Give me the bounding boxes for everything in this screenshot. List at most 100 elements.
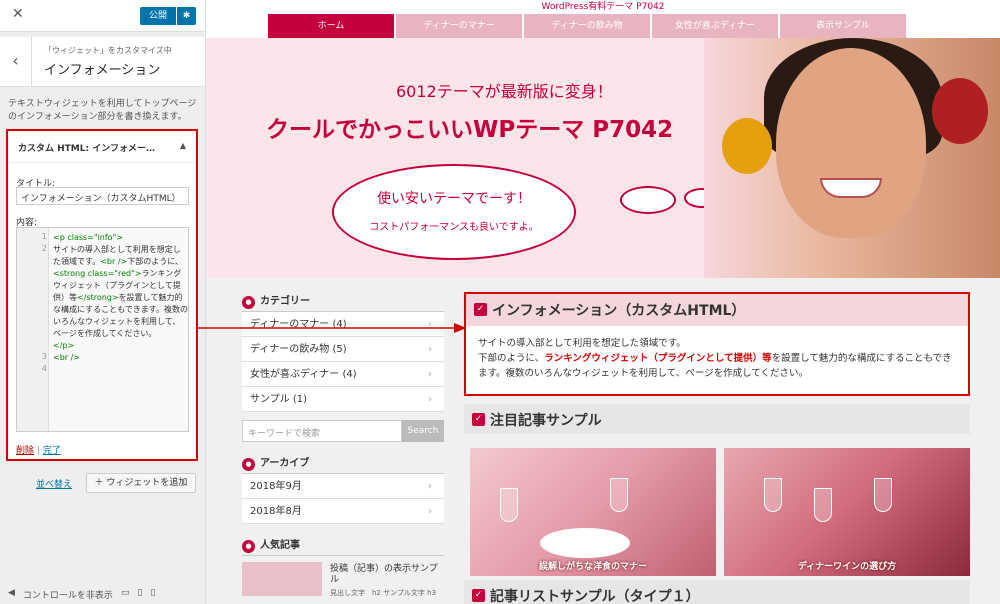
publish-button[interactable]: 公開 bbox=[140, 7, 176, 25]
widget-title-bar[interactable]: カスタム HTML: インフォメー… ▲ bbox=[8, 131, 196, 163]
reorder-link[interactable]: 並べ替え bbox=[36, 477, 72, 490]
glass-shape bbox=[814, 488, 832, 522]
close-icon[interactable]: ✕ bbox=[12, 6, 24, 22]
glass-shape bbox=[610, 478, 628, 512]
code-tag: <br /> bbox=[53, 353, 81, 362]
featured-thumbnail[interactable]: 誤解しがちな洋食のマナー bbox=[470, 448, 716, 576]
category-heading-text: カテゴリー bbox=[260, 296, 310, 307]
pin-icon: ● bbox=[242, 296, 255, 309]
line-number: 4 bbox=[41, 364, 47, 373]
info-title: インフォメーション（カスタムHTML） bbox=[492, 303, 746, 319]
archive-item[interactable]: 2018年8月 › bbox=[242, 499, 444, 524]
category-item[interactable]: 女性が喜ぶディナー (4) › bbox=[242, 362, 444, 387]
chevron-right-icon: › bbox=[428, 344, 432, 355]
archive-heading-text: アーカイブ bbox=[260, 458, 310, 469]
glass-shape bbox=[500, 488, 518, 522]
bubble-line-2: コストパフォーマンスも良いですよ。 bbox=[369, 222, 539, 233]
pin-icon: ● bbox=[242, 540, 255, 553]
category-item-label: 女性が喜ぶディナー (4) bbox=[250, 369, 357, 380]
separator: | bbox=[36, 446, 40, 456]
add-widget-button[interactable]: ＋ ウィジェットを追加 bbox=[86, 473, 196, 493]
customizer-footer: ◀ コントロールを非表示 ▭ ▯ ▯ bbox=[0, 584, 206, 604]
code-tag: <br /> bbox=[100, 257, 128, 266]
pin-icon: ● bbox=[242, 458, 255, 471]
breadcrumb: 「ウィジェット」をカスタマイズ中 bbox=[44, 46, 172, 55]
plus-icon: ＋ bbox=[94, 478, 107, 488]
widget-title: カスタム HTML: インフォメー… bbox=[18, 144, 155, 154]
panel-header: ‹ 「ウィジェット」をカスタマイズ中 インフォメーション bbox=[0, 37, 205, 87]
info-body: サイトの導入部として利用を想定した領域です。 下部のように、ランキングウィジェッ… bbox=[466, 326, 968, 391]
chevron-right-icon: › bbox=[428, 506, 432, 517]
code-editor[interactable]: 1 2 3 4 <p class="info"> サイトの導入部として利用を想定… bbox=[16, 227, 189, 432]
caret-up-icon[interactable]: ▲ bbox=[180, 141, 186, 150]
glass-shape bbox=[764, 478, 782, 512]
code-tag: </strong> bbox=[77, 293, 119, 302]
hide-controls-button[interactable]: コントロールを非表示 bbox=[23, 588, 113, 601]
category-item[interactable]: サンプル (1) › bbox=[242, 387, 444, 412]
bubble-line-1: 使い安いテーマでーす！ bbox=[377, 191, 531, 207]
code-text-segment: 下部のように、 bbox=[127, 257, 183, 266]
nav-item-home[interactable]: ホーム bbox=[268, 14, 394, 38]
collapse-icon[interactable]: ◀ bbox=[8, 588, 15, 600]
thumbnail-caption: ディナーワインの選び方 bbox=[797, 562, 897, 572]
add-widget-label: ウィジェットを追加 bbox=[106, 478, 188, 488]
search-input[interactable]: キーワードで検索 bbox=[242, 420, 402, 442]
category-item[interactable]: ディナーの飲み物 (5) › bbox=[242, 337, 444, 362]
archive-heading: ● アーカイブ bbox=[242, 454, 444, 474]
line-number: 1 bbox=[41, 232, 47, 241]
featured-thumbnail[interactable]: ディナーワインの選び方 bbox=[724, 448, 970, 576]
main-nav: ホーム ディナーのマナー ディナーの飲み物 女性が喜ぶディナー 表示サンプル bbox=[206, 14, 1000, 38]
popular-post[interactable]: 投稿（記事）の表示サンプル 見出し文字 h2 サンプル文字 h3 bbox=[242, 556, 444, 597]
category-item-label: ディナーの飲み物 (5) bbox=[250, 344, 347, 355]
popular-excerpt: 見出し文字 h2 サンプル文字 h3 bbox=[330, 589, 437, 597]
chevron-right-icon: › bbox=[428, 369, 432, 380]
info-box: ✓ インフォメーション（カスタムHTML） サイトの導入部として利用を想定した領域… bbox=[464, 292, 970, 396]
hero-photo bbox=[704, 38, 1000, 278]
info-text-highlight: ランキングウィジェット（プラグインとして提供）等 bbox=[544, 353, 772, 364]
popular-heading-text: 人気記事 bbox=[260, 540, 300, 551]
nav-item-samples[interactable]: 表示サンプル bbox=[780, 14, 906, 38]
list-heading: ✓ 記事リストサンプル（タイプ１） bbox=[464, 580, 970, 604]
archive-item-label: 2018年9月 bbox=[250, 481, 302, 492]
hero-title: クールでかっこいいWPテーマ P7042 bbox=[266, 117, 674, 143]
customizer-panel: ✕ 公開 ✱ ‹ 「ウィジェット」をカスタマイズ中 インフォメーション テキスト… bbox=[0, 0, 206, 604]
info-heading: ✓ インフォメーション（カスタムHTML） bbox=[466, 294, 968, 326]
publish-group: 公開 ✱ bbox=[140, 7, 196, 25]
nav-item-women[interactable]: 女性が喜ぶディナー bbox=[652, 14, 778, 38]
desktop-icon[interactable]: ▭ bbox=[121, 588, 130, 600]
thought-dot bbox=[620, 186, 676, 214]
code-tag: <p class="info"> bbox=[53, 233, 123, 242]
list-title: 記事リストサンプル（タイプ１） bbox=[490, 589, 700, 604]
back-icon[interactable]: ‹ bbox=[0, 37, 32, 87]
site-top-bar: WordPress有料テーマ P7042 bbox=[206, 0, 1000, 14]
search-button[interactable]: Search bbox=[402, 420, 444, 442]
popular-heading: ● 人気記事 bbox=[242, 536, 444, 556]
popular-thumbnail bbox=[242, 562, 322, 596]
chevron-right-icon: › bbox=[428, 394, 432, 405]
search-form: キーワードで検索 Search bbox=[242, 420, 444, 442]
delete-link[interactable]: 削除 bbox=[16, 446, 34, 456]
gear-icon[interactable]: ✱ bbox=[176, 7, 196, 25]
nav-item-manners[interactable]: ディナーのマナー bbox=[396, 14, 522, 38]
checkbox-icon: ✓ bbox=[474, 303, 487, 316]
nav-item-drinks[interactable]: ディナーの飲み物 bbox=[524, 14, 650, 38]
popular-title: 投稿（記事）の表示サンプル bbox=[330, 564, 438, 585]
done-link[interactable]: 完了 bbox=[43, 446, 61, 456]
panel-description: テキストウィジェットを利用してトップページのインフォメーション部分を書き換えます… bbox=[8, 99, 197, 122]
photo-face bbox=[776, 48, 926, 238]
line-number: 3 bbox=[41, 352, 47, 361]
chevron-right-icon: › bbox=[428, 481, 432, 492]
lemon-shape bbox=[722, 118, 772, 174]
line-gutter: 1 2 3 4 bbox=[17, 228, 49, 431]
checkbox-icon: ✓ bbox=[472, 413, 485, 426]
widget-card: カスタム HTML: インフォメー… ▲ タイトル: インフォメーション（カスタ… bbox=[6, 129, 198, 461]
tablet-icon[interactable]: ▯ bbox=[137, 588, 142, 600]
mobile-icon[interactable]: ▯ bbox=[150, 588, 155, 600]
info-text-2a: 下部のように、 bbox=[478, 353, 545, 364]
code-tag: <strong class="red"> bbox=[53, 269, 142, 278]
title-input[interactable]: インフォメーション（カスタムHTML） bbox=[16, 187, 189, 205]
archive-item[interactable]: 2018年9月 › bbox=[242, 474, 444, 499]
info-text-1: サイトの導入部として利用を想定した領域です。 bbox=[478, 338, 686, 349]
code-tag: </p> bbox=[53, 341, 75, 350]
screen: ✕ 公開 ✱ ‹ 「ウィジェット」をカスタマイズ中 インフォメーション テキスト… bbox=[0, 0, 1000, 604]
